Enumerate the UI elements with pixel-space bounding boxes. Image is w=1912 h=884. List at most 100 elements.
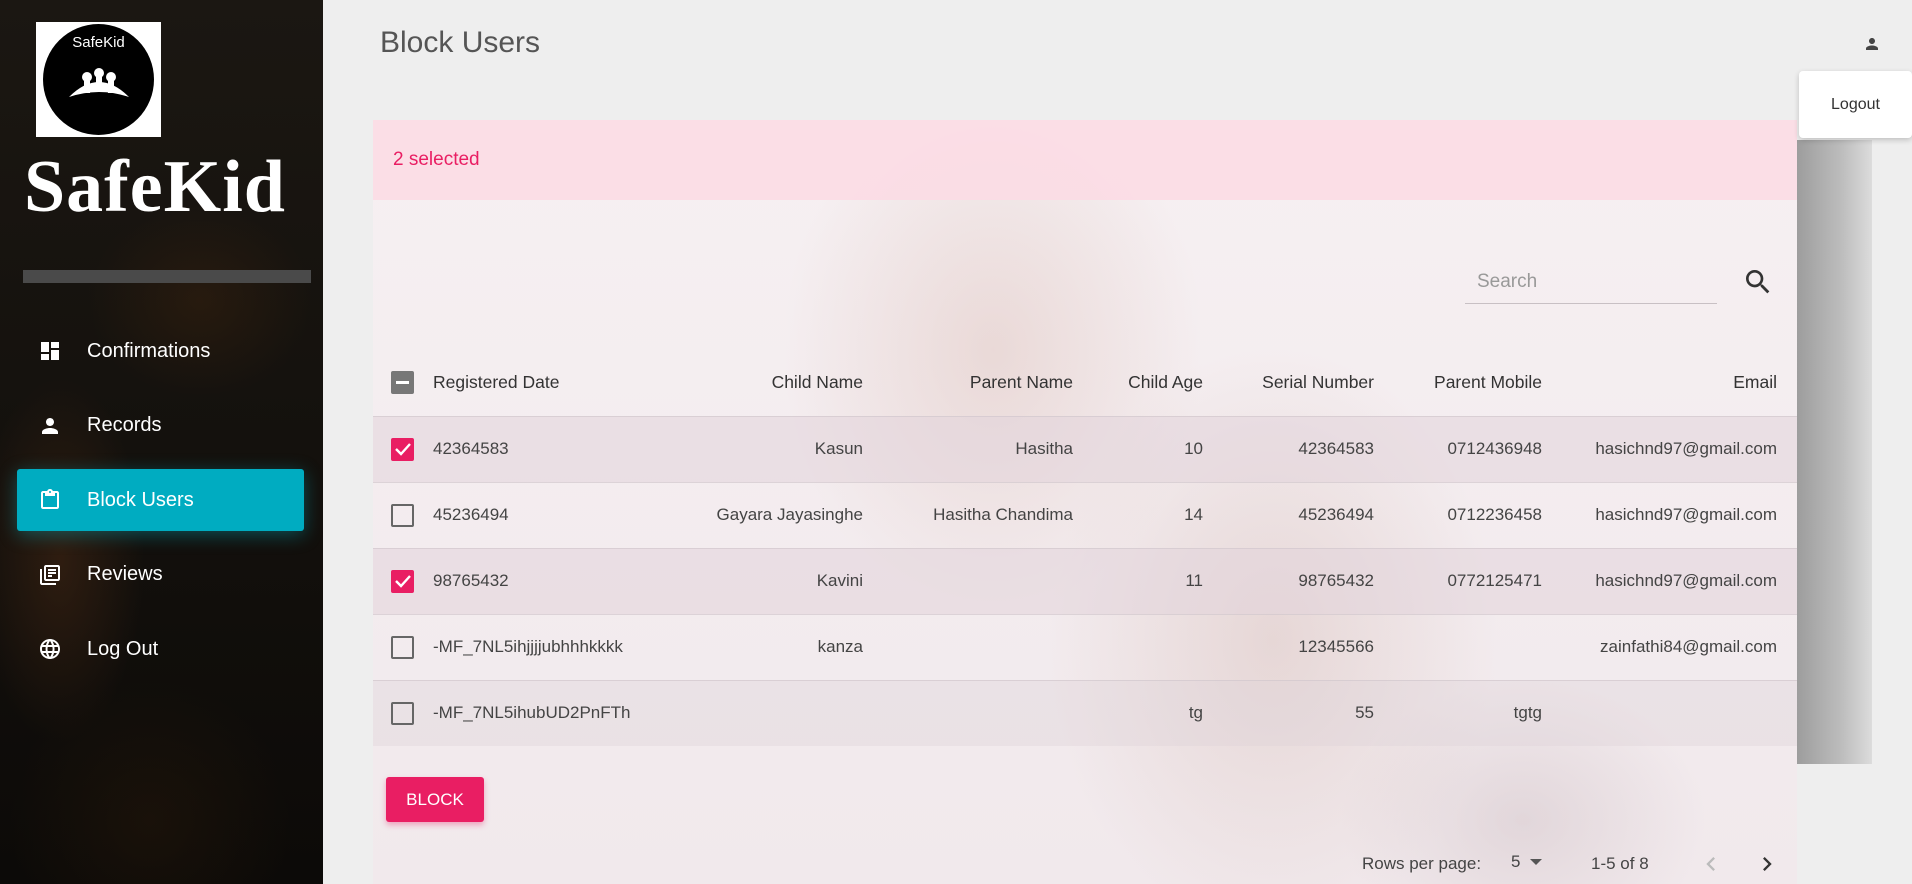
- row-checkbox[interactable]: [391, 569, 414, 593]
- logo: SafeKid: [36, 22, 161, 137]
- cell-date: -MF_7NL5ihjjjjubhhhkkkk: [433, 613, 673, 680]
- sidebar-nav: Confirmations Records Block Users Review…: [17, 320, 304, 693]
- page-title: Block Users: [380, 26, 541, 59]
- cell-email: hasichnd97@gmail.com: [1542, 547, 1797, 614]
- chevron-left-icon[interactable]: [1697, 850, 1725, 878]
- cell-age: 14: [1093, 481, 1203, 548]
- cell-parent: [883, 547, 1093, 614]
- cell-mobile: [1374, 613, 1542, 680]
- sidebar-item-reviews[interactable]: Reviews: [17, 544, 304, 606]
- cell-serial: 98765432: [1203, 547, 1374, 614]
- search-field: [1465, 260, 1717, 304]
- sidebar-item-label: Log Out: [87, 637, 159, 660]
- column-email[interactable]: Email: [1542, 350, 1797, 416]
- logout-label: Logout: [1831, 95, 1880, 113]
- cell-date: 98765432: [433, 547, 673, 614]
- select-all-checkbox[interactable]: [391, 371, 414, 395]
- table-row[interactable]: -MF_7NL5ihubUD2PnFTh tg 55 tgtg: [373, 679, 1797, 746]
- cell-parent: [883, 613, 1093, 680]
- cell-date: 45236494: [433, 481, 673, 548]
- cell-mobile: 0712236458: [1374, 481, 1542, 548]
- search-input[interactable]: [1465, 260, 1717, 303]
- users-table: Registered Date Child Name Parent Name C…: [373, 350, 1797, 746]
- page-info: 1-5 of 8: [1591, 854, 1649, 873]
- row-checkbox[interactable]: [391, 701, 414, 725]
- column-child-name[interactable]: Child Name: [673, 350, 883, 416]
- cell-email: zainfathi84@gmail.com: [1542, 613, 1797, 680]
- rows-per-page-label: Rows per page:: [1362, 854, 1482, 873]
- row-checkbox[interactable]: [391, 437, 414, 461]
- account-icon[interactable]: [1860, 32, 1884, 56]
- cell-child: Kavini: [673, 547, 883, 614]
- column-registered-date[interactable]: Registered Date: [433, 350, 673, 416]
- selection-toolbar: 2 selected: [373, 120, 1797, 200]
- table-header-row: Registered Date Child Name Parent Name C…: [373, 350, 1797, 416]
- sidebar-item-block-users[interactable]: Block Users: [17, 469, 304, 531]
- clipboard-icon: [37, 487, 63, 513]
- cell-age: 11: [1093, 547, 1203, 614]
- cell-serial: 12345566: [1203, 613, 1374, 680]
- table-row[interactable]: -MF_7NL5ihjjjjubhhhkkkk kanza 12345566 z…: [373, 613, 1797, 680]
- cell-age: [1093, 613, 1203, 680]
- column-child-age[interactable]: Child Age: [1093, 350, 1203, 416]
- cell-mobile: 0712436948: [1374, 415, 1542, 482]
- table-row[interactable]: 98765432 Kavini 11 98765432 0772125471 h…: [373, 547, 1797, 614]
- chevron-right-icon[interactable]: [1753, 850, 1781, 878]
- cell-email: hasichnd97@gmail.com: [1542, 481, 1797, 548]
- cell-mobile: 0772125471: [1374, 547, 1542, 614]
- logo-circle: SafeKid: [43, 24, 154, 135]
- block-users-card: 2 selected Registered Date Child Name Pa…: [373, 120, 1797, 884]
- rows-per-page-select[interactable]: 5: [1511, 852, 1543, 872]
- sidebar-item-confirmations[interactable]: Confirmations: [17, 320, 304, 382]
- cell-child: Kasun: [673, 415, 883, 482]
- sidebar-item-log-out[interactable]: Log Out: [17, 618, 304, 680]
- hands-icon: [68, 68, 129, 97]
- check-icon: [394, 443, 411, 456]
- background-edge: [1797, 140, 1872, 764]
- sidebar: SafeKid SafeKid Confirmations Records Bl…: [0, 0, 323, 884]
- selected-count: 2 selected: [393, 149, 480, 170]
- brand-title: SafeKid: [24, 146, 286, 228]
- sidebar-item-label: Block Users: [87, 488, 194, 511]
- cell-mobile: tgtg: [1374, 679, 1542, 746]
- cell-child: Gayara Jayasinghe: [673, 481, 883, 548]
- sidebar-item-label: Reviews: [87, 563, 163, 585]
- logo-text: SafeKid: [72, 34, 125, 51]
- cell-child: [673, 679, 883, 746]
- cell-email: [1542, 679, 1797, 746]
- table-row[interactable]: 45236494 Gayara Jayasinghe Hasitha Chand…: [373, 481, 1797, 548]
- logout-menu-item[interactable]: Logout: [1799, 71, 1912, 138]
- cell-parent: [883, 679, 1093, 746]
- column-parent-mobile[interactable]: Parent Mobile: [1374, 350, 1542, 416]
- cell-date: 42364583: [433, 415, 673, 482]
- sidebar-item-records[interactable]: Records: [17, 395, 304, 457]
- row-checkbox[interactable]: [391, 635, 414, 659]
- cell-serial: 55: [1203, 679, 1374, 746]
- check-icon: [394, 575, 411, 588]
- minus-icon: [396, 381, 409, 385]
- person-icon: [37, 413, 63, 439]
- column-serial-number[interactable]: Serial Number: [1203, 350, 1374, 416]
- library-books-icon: [37, 562, 63, 588]
- block-button[interactable]: BLOCK: [386, 777, 484, 822]
- row-checkbox[interactable]: [391, 503, 414, 527]
- cell-age: 10: [1093, 415, 1203, 482]
- cell-parent: Hasitha Chandima: [883, 481, 1093, 548]
- cell-serial: 42364583: [1203, 415, 1374, 482]
- dashboard-icon: [37, 338, 63, 364]
- search-icon[interactable]: [1742, 266, 1774, 298]
- sidebar-item-label: Records: [87, 414, 162, 436]
- cell-date: -MF_7NL5ihubUD2PnFTh: [433, 679, 673, 746]
- dropdown-arrow-icon: [1530, 859, 1543, 865]
- cell-age: tg: [1093, 679, 1203, 746]
- cell-child: kanza: [673, 613, 883, 680]
- rows-per-page-value: 5: [1511, 852, 1521, 871]
- pagination: Rows per page: 5 1-5 of 8: [373, 840, 1797, 884]
- cell-serial: 45236494: [1203, 481, 1374, 548]
- globe-icon: [37, 636, 63, 662]
- table-row[interactable]: 42364583 Kasun Hasitha 10 42364583 07124…: [373, 415, 1797, 482]
- sidebar-item-label: Confirmations: [87, 339, 211, 362]
- column-parent-name[interactable]: Parent Name: [883, 350, 1093, 416]
- cell-parent: Hasitha: [883, 415, 1093, 482]
- sidebar-divider: [23, 270, 311, 283]
